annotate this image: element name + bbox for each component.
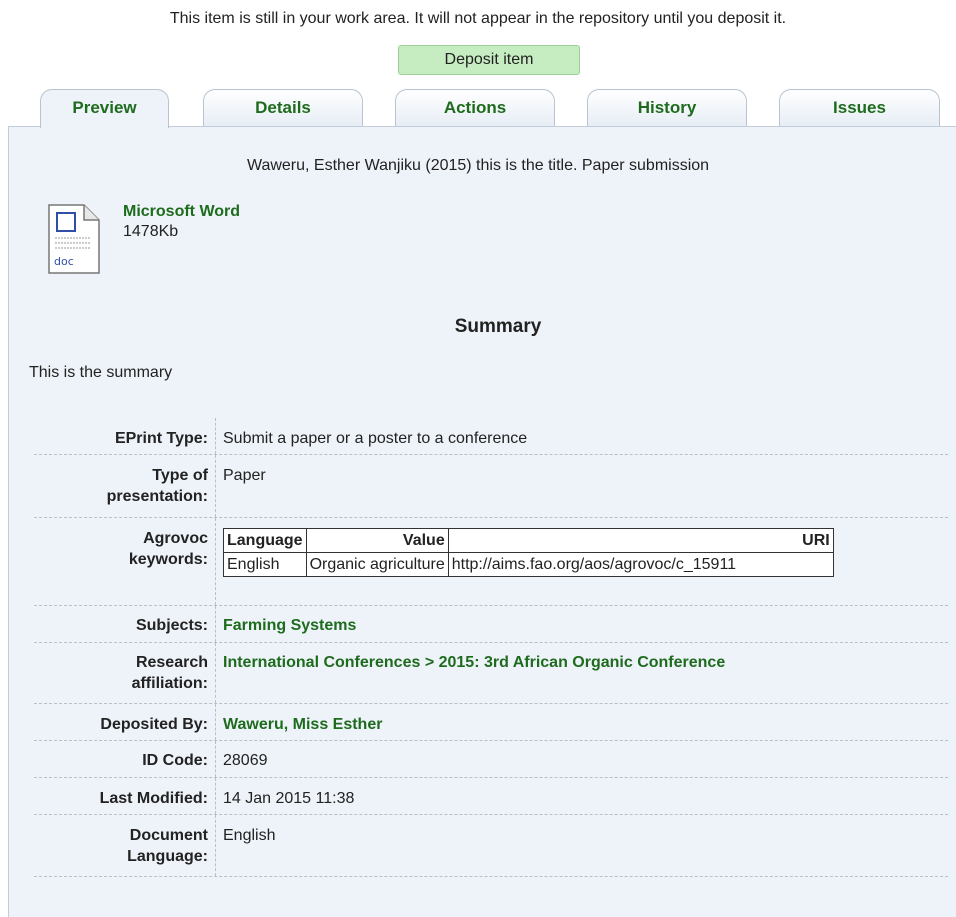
row-research-affiliation: Research affiliation: International Confe…	[34, 643, 948, 704]
column-header-value: Value	[305, 528, 449, 553]
column-header-language: Language	[223, 528, 307, 553]
summary-text: This is the summary	[29, 364, 173, 381]
agrovoc-keywords-table: Language Value URI English Organic agric…	[223, 528, 834, 577]
row-type-of-presentation: Type of presentation: Paper	[34, 455, 948, 518]
type-of-presentation-label: Type of presentation:	[106, 467, 208, 505]
word-document-icon[interactable]: doc	[48, 204, 100, 274]
deposited-by-link[interactable]: Waweru, Miss Esther	[223, 714, 382, 735]
tab-bar: Preview Details Actions History Issues	[0, 89, 956, 128]
row-subjects: Subjects: Farming Systems	[34, 606, 948, 643]
document-language-value: English	[223, 827, 276, 844]
row-last-modified: Last Modified: 14 Jan 2015 11:38	[34, 778, 948, 815]
metadata-table: EPrint Type: Submit a paper or a poster …	[34, 418, 948, 877]
eprint-type-value: Submit a paper or a poster to a conferen…	[223, 430, 528, 447]
tab-preview[interactable]: Preview	[40, 89, 169, 128]
agrovoc-keywords-table-wrap: Language Value URI English Organic agric…	[223, 528, 834, 577]
keyword-language: English	[223, 552, 307, 577]
keyword-value: Organic agriculture	[305, 552, 449, 577]
subjects-link[interactable]: Farming Systems	[223, 615, 356, 636]
last-modified-label: Last Modified:	[99, 790, 208, 807]
row-eprint-type: EPrint Type: Submit a paper or a poster …	[34, 418, 948, 455]
tab-issues[interactable]: Issues	[779, 89, 940, 127]
eprint-type-label: EPrint Type:	[114, 430, 208, 447]
agrovoc-keywords-label: Agrovoc keywords:	[128, 530, 208, 568]
row-deposited-by: Deposited By: Waweru, Miss Esther	[34, 704, 948, 741]
keyword-uri: http://aims.fao.org/aos/agrovoc/c_15911	[447, 552, 834, 577]
column-header-uri: URI	[447, 528, 834, 553]
research-affiliation-link[interactable]: International Conferences > 2015: 3rd Af…	[223, 652, 725, 673]
row-agrovoc-keywords: Agrovoc keywords: Language Value URI Engl…	[34, 518, 948, 606]
id-code-value: 28069	[223, 752, 268, 769]
document-format-link[interactable]: Microsoft Word	[123, 203, 240, 221]
table-row: English Organic agriculture http://aims.…	[223, 552, 834, 577]
doc-icon-label: doc	[54, 255, 74, 268]
type-of-presentation-value: Paper	[223, 467, 266, 484]
document-size: 1478Kb	[123, 223, 179, 240]
tab-actions[interactable]: Actions	[395, 89, 555, 127]
deposited-by-label: Deposited By:	[100, 716, 208, 733]
agrovoc-header-row: Language Value URI	[223, 528, 834, 553]
summary-heading: Summary	[454, 316, 542, 337]
work-area-notice: This item is still in your work area. It…	[169, 10, 787, 27]
subjects-label: Subjects:	[135, 617, 208, 634]
id-code-label: ID Code:	[142, 752, 208, 769]
research-affiliation-label: Research affiliation:	[131, 654, 208, 692]
document-language-label: Document Language:	[127, 827, 208, 865]
row-document-language: Document Language: English	[34, 815, 948, 877]
tab-history[interactable]: History	[587, 89, 747, 127]
citation: Waweru, Esther Wanjiku (2015) this is th…	[246, 157, 710, 174]
row-id-code: ID Code: 28069	[34, 741, 948, 778]
tab-details[interactable]: Details	[203, 89, 363, 127]
deposit-item-button[interactable]: Deposit item	[398, 45, 580, 75]
last-modified-value: 14 Jan 2015 11:38	[223, 790, 355, 807]
